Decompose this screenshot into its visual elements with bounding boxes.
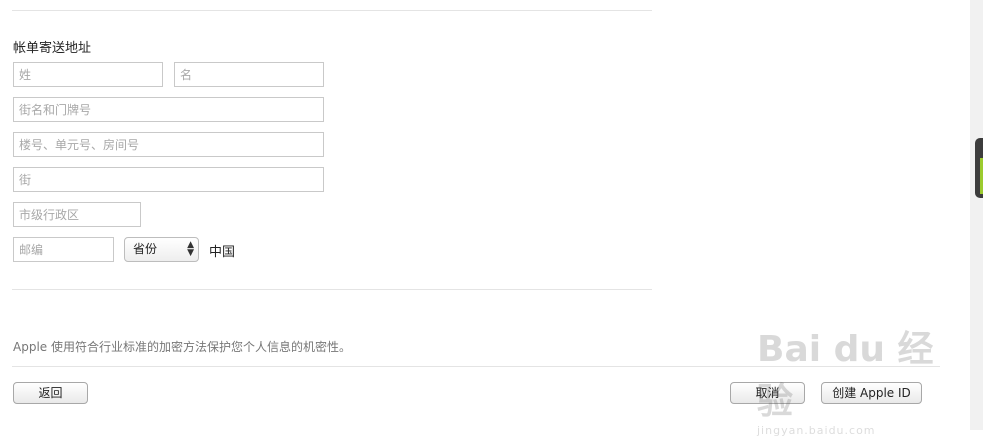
middle-divider bbox=[12, 289, 652, 290]
side-panel-handle[interactable] bbox=[975, 138, 983, 198]
street2-field[interactable] bbox=[13, 167, 324, 192]
section-title: 帐单寄送地址 bbox=[13, 41, 92, 56]
footer-divider bbox=[12, 366, 940, 367]
watermark-brand: Bai du 经验 bbox=[757, 329, 934, 422]
watermark-url: jingyan.baidu.com bbox=[757, 424, 876, 437]
create-apple-id-button[interactable]: 创建 Apple ID bbox=[821, 382, 922, 404]
country-label: 中国 bbox=[209, 245, 236, 260]
privacy-notice: Apple 使用符合行业标准的加密方法保护您个人信息的机密性。 bbox=[13, 340, 351, 354]
top-divider bbox=[12, 10, 652, 11]
back-button[interactable]: 返回 bbox=[13, 382, 88, 404]
province-select-value: 省份 bbox=[133, 242, 158, 256]
province-select[interactable]: 省份 ▲ ▼ bbox=[124, 237, 199, 262]
building-field[interactable] bbox=[13, 132, 324, 157]
district-field[interactable] bbox=[13, 202, 141, 227]
postcode-field[interactable] bbox=[13, 237, 114, 262]
street-field[interactable] bbox=[13, 97, 324, 122]
updown-chevron-icon: ▲ ▼ bbox=[187, 240, 194, 258]
first-name-field[interactable] bbox=[174, 62, 324, 87]
last-name-field[interactable] bbox=[13, 62, 163, 87]
scrollbar[interactable] bbox=[970, 0, 983, 430]
cancel-button[interactable]: 取消 bbox=[730, 382, 805, 404]
